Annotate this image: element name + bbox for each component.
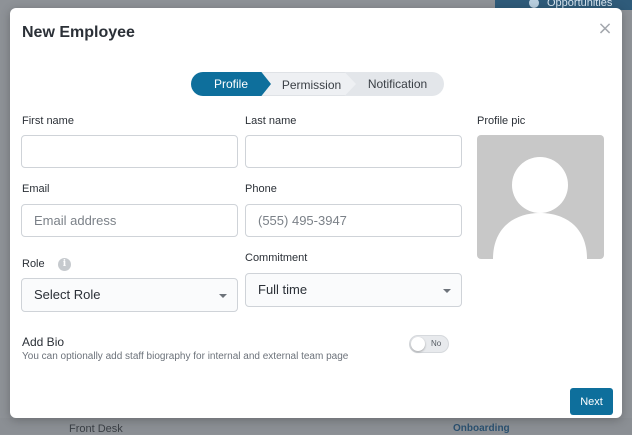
toggle-knob <box>411 337 425 351</box>
role-select-value: Select Role <box>34 287 101 302</box>
modal-title: New Employee <box>22 24 135 41</box>
commitment-select-value: Full time <box>258 282 308 297</box>
last-name-label: Last name <box>245 115 297 127</box>
close-button[interactable]: × <box>597 18 613 39</box>
next-button[interactable]: Next <box>570 388 613 415</box>
add-bio-title: Add Bio <box>22 335 65 349</box>
profile-pic-label: Profile pic <box>477 115 526 127</box>
chevron-down-icon <box>443 289 451 293</box>
profile-pic-upload[interactable] <box>477 135 604 259</box>
background-row-dept: Front Desk <box>69 423 123 435</box>
new-employee-modal: New Employee × Notification Permission P… <box>10 8 622 418</box>
commitment-select[interactable]: Full time <box>245 273 462 307</box>
chevron-down-icon <box>219 294 227 298</box>
commitment-label: Commitment <box>245 252 308 264</box>
toggle-state-label: No <box>431 339 442 348</box>
step-permission[interactable]: Permission <box>261 72 356 96</box>
step-profile[interactable]: Profile <box>191 72 271 96</box>
step-notification[interactable]: Notification <box>343 72 444 96</box>
add-bio-toggle[interactable]: No <box>409 335 449 353</box>
background-row-status: Onboarding <box>453 423 510 434</box>
user-silhouette-icon <box>493 157 587 259</box>
add-bio-description: You can optionally add staff biography f… <box>22 351 349 362</box>
opportunities-icon <box>529 0 539 8</box>
last-name-input[interactable] <box>245 135 462 168</box>
wizard-stepper: Notification Permission Profile <box>191 72 444 96</box>
phone-label: Phone <box>245 183 277 195</box>
first-name-input[interactable] <box>21 135 238 168</box>
info-icon[interactable]: i <box>58 258 71 271</box>
role-select[interactable]: Select Role <box>21 278 238 312</box>
close-icon: × <box>597 18 613 39</box>
email-label: Email <box>22 183 50 195</box>
phone-input[interactable] <box>245 204 462 237</box>
role-label: Role <box>22 258 45 270</box>
email-input[interactable] <box>21 204 238 237</box>
first-name-label: First name <box>22 115 74 127</box>
